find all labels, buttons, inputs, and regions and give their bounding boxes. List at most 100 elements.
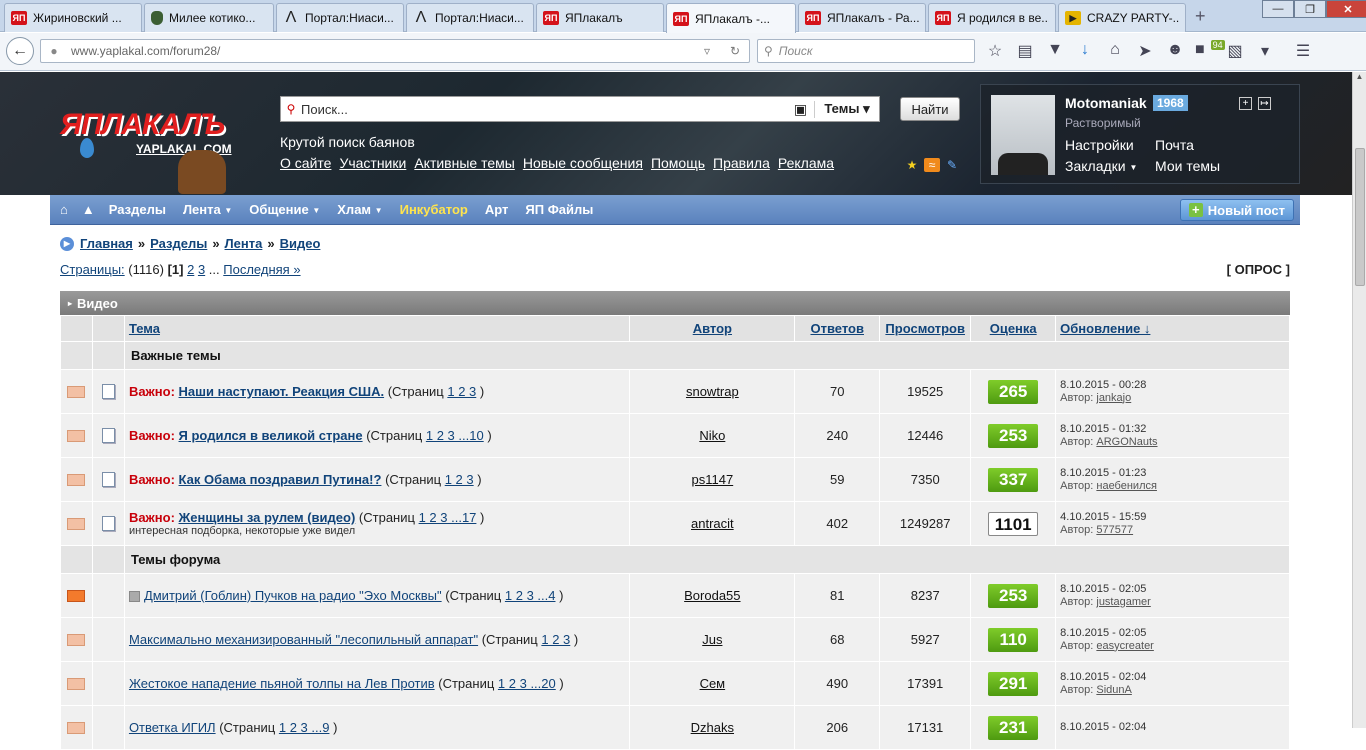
author-link[interactable]: ps1147 (692, 472, 734, 487)
menu-junk[interactable]: Хлам ▼ (337, 202, 382, 217)
username[interactable]: Motomaniak (1065, 95, 1147, 111)
link-help[interactable]: Помощь (651, 155, 705, 171)
avatar[interactable] (991, 95, 1055, 175)
last-poster-link[interactable]: ARGONauts (1096, 436, 1157, 448)
topic-title-link[interactable]: Жестокое нападение пьяной толпы на Лев П… (129, 676, 435, 691)
page-2-link[interactable]: 2 (187, 262, 194, 277)
author-link[interactable]: Сем (700, 676, 726, 691)
my-topics-link[interactable]: Мои темы (1155, 158, 1220, 174)
menu-art[interactable]: Арт (485, 202, 509, 217)
link-new-messages[interactable]: Новые сообщения (523, 155, 643, 171)
topic-pages-link[interactable]: 1 2 3 (445, 472, 474, 487)
breadcrumb-sections[interactable]: Разделы (150, 236, 207, 251)
last-poster-link[interactable]: justagamer (1096, 596, 1150, 608)
topic-title-link[interactable]: Наши наступают. Реакция США. (179, 384, 385, 399)
col-topic[interactable]: Тема (123, 315, 631, 342)
back-button[interactable]: ← (6, 37, 34, 65)
topic-title-link[interactable]: Женщины за рулем (видео) (179, 510, 356, 525)
last-poster-link[interactable]: наебенился (1096, 480, 1157, 492)
site-search-box[interactable]: ⚲ Поиск... ▣ Темы ▾ (280, 96, 880, 122)
browser-tab[interactable]: ЯП ЯПлакалъ - Ра... (798, 3, 926, 32)
col-author[interactable]: Автор (629, 315, 796, 342)
menu-communication[interactable]: Общение ▼ (249, 202, 320, 217)
topic-pages-link[interactable]: 1 2 3 ...4 (505, 588, 556, 603)
close-window-button[interactable]: ✕ (1326, 0, 1366, 18)
bookmarks-menu[interactable]: Закладки ▼ (1065, 158, 1137, 174)
menu-feed[interactable]: Лента ▼ (183, 202, 232, 217)
mail-link[interactable]: Почта (1155, 137, 1194, 153)
home-icon[interactable]: ⌂ (60, 202, 68, 217)
author-link[interactable]: Niko (699, 428, 725, 443)
menu-files[interactable]: ЯП Файлы (525, 202, 593, 217)
link-rules[interactable]: Правила (713, 155, 770, 171)
star-icon[interactable]: ★ (904, 158, 920, 172)
pencil-icon[interactable]: ✎ (944, 158, 960, 172)
settings-link[interactable]: Настройки (1065, 137, 1134, 153)
smiley-icon[interactable]: ☻ (1165, 41, 1185, 61)
rss-icon[interactable]: ≈ (924, 158, 940, 172)
browser-tab[interactable]: ЯП ЯПлакалъ (536, 3, 664, 32)
new-tab-button[interactable]: + (1195, 6, 1206, 27)
col-views[interactable]: Просмотров (879, 315, 972, 342)
topic-pages-link[interactable]: 1 2 3 ...17 (419, 510, 477, 525)
topic-title-link[interactable]: Максимально механизированный "лесопильны… (129, 632, 478, 647)
find-button[interactable]: Найти (900, 97, 960, 121)
download-icon[interactable]: ↓ (1075, 41, 1095, 61)
topic-pages-link[interactable]: 1 2 3 (541, 632, 570, 647)
author-link[interactable]: antracit (691, 516, 734, 531)
breadcrumb-home[interactable]: Главная (80, 236, 133, 251)
breadcrumb-video[interactable]: Видео (280, 236, 321, 251)
topic-title-link[interactable]: Дмитрий (Гоблин) Пучков на радио "Эхо Мо… (144, 588, 442, 603)
author-link[interactable]: Jus (702, 632, 722, 647)
topic-pages-link[interactable]: 1 2 3 ...10 (426, 428, 484, 443)
browser-tab[interactable]: Λ Портал:Ниаси... (406, 3, 534, 32)
pages-label[interactable]: Страницы: (60, 262, 125, 277)
author-link[interactable]: snowtrap (686, 384, 739, 399)
scrollbar-thumb[interactable] (1355, 148, 1365, 286)
browser-tab-active[interactable]: ЯП ЯПлакалъ -... (666, 3, 796, 33)
col-updated[interactable]: Обновление ↓ (1055, 315, 1290, 342)
topic-title-link[interactable]: Я родился в великой стране (179, 428, 363, 443)
bookmark-star-icon[interactable]: ☆ (985, 41, 1005, 61)
site-search-input[interactable]: Поиск... (301, 102, 787, 117)
last-poster-link[interactable]: easycreater (1096, 640, 1153, 652)
page-3-link[interactable]: 3 (198, 262, 205, 277)
address-bar[interactable]: ● www.yaplakal.com/forum28/ ▿ ↻ (40, 39, 750, 63)
browser-search-input[interactable]: ⚲ Поиск (757, 39, 975, 63)
col-replies[interactable]: Ответов (794, 315, 881, 342)
browser-tab[interactable]: Λ Портал:Ниаси... (276, 3, 404, 32)
topic-title-link[interactable]: Как Обама поздравил Путина!? (179, 472, 382, 487)
last-poster-link[interactable]: SidunA (1096, 684, 1131, 696)
link-about[interactable]: О сайте (280, 155, 331, 171)
plus-icon[interactable]: + (1239, 97, 1252, 110)
pocket-icon[interactable]: ▼ (1045, 41, 1065, 61)
maximize-button[interactable]: ❐ (1294, 0, 1326, 18)
author-link[interactable]: Boroda55 (684, 588, 740, 603)
last-poster-link[interactable]: 577577 (1096, 524, 1133, 536)
topic-pages-link[interactable]: 1 2 3 (447, 384, 476, 399)
browser-tab[interactable]: ЯП Жириновский ... (4, 3, 142, 32)
thumbs-up-icon[interactable]: ▲ (82, 202, 95, 217)
new-post-button[interactable]: + Новый пост (1179, 199, 1294, 221)
logout-icon[interactable]: ↦ (1258, 97, 1271, 110)
page-scrollbar[interactable]: ▲ (1352, 72, 1366, 728)
breadcrumb-feed[interactable]: Лента (225, 236, 263, 251)
menu-icon[interactable]: ☰ (1293, 41, 1313, 61)
browser-tab[interactable]: ЯП Я родился в ве... (928, 3, 1056, 32)
home-icon[interactable]: ⌂ (1105, 41, 1125, 61)
browser-tab[interactable]: ▶ CRAZY PARTY-... (1058, 3, 1186, 32)
link-members[interactable]: Участники (339, 155, 406, 171)
menu-incubator[interactable]: Инкубатор (400, 202, 468, 217)
last-poster-link[interactable]: jankajo (1096, 392, 1131, 404)
link-ads[interactable]: Реклама (778, 155, 834, 171)
poll-link[interactable]: [ ОПРОС ] (1227, 262, 1290, 277)
last-page-link[interactable]: Последняя » (223, 262, 300, 277)
chevron-down-icon[interactable]: ▾ (1255, 41, 1275, 61)
menu-sections[interactable]: Разделы (109, 202, 166, 217)
browser-tab[interactable]: Милее котико... (144, 3, 274, 32)
topic-pages-link[interactable]: 1 2 3 ...20 (498, 676, 556, 691)
site-logo[interactable]: ЯПЛАКАЛЪ (60, 108, 225, 142)
reload-icon[interactable]: ↻ (721, 44, 749, 58)
clipboard-icon[interactable]: ▧ (1225, 41, 1245, 61)
addon-icon[interactable]: ■ 94 (1195, 40, 1225, 61)
